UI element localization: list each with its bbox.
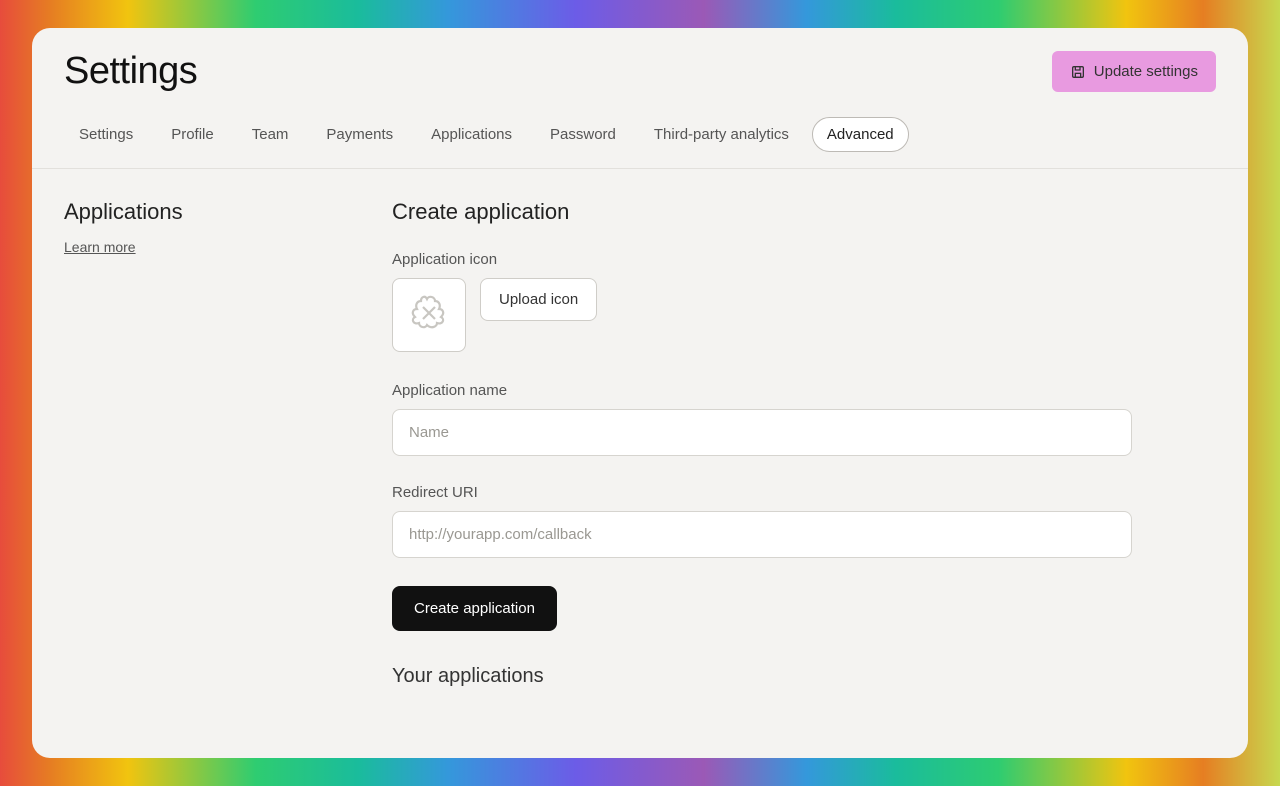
redirect-uri-label: Redirect URI bbox=[392, 484, 1216, 501]
settings-window: Settings Update settings Settings Profil… bbox=[32, 28, 1248, 758]
tab-password[interactable]: Password bbox=[535, 117, 631, 152]
tabs: Settings Profile Team Payments Applicati… bbox=[32, 103, 1248, 169]
your-applications-title: Your applications bbox=[392, 665, 1216, 688]
tab-third-party-analytics[interactable]: Third-party analytics bbox=[639, 117, 804, 152]
app-placeholder-icon bbox=[407, 291, 451, 340]
header: Settings Update settings bbox=[32, 28, 1248, 103]
create-app-title: Create application bbox=[392, 199, 1216, 225]
app-name-input[interactable] bbox=[392, 409, 1132, 456]
page-title: Settings bbox=[64, 50, 197, 93]
app-icon-preview bbox=[392, 278, 466, 352]
tab-team[interactable]: Team bbox=[237, 117, 304, 152]
upload-icon-button[interactable]: Upload icon bbox=[480, 278, 597, 321]
tab-settings[interactable]: Settings bbox=[64, 117, 148, 152]
tab-advanced[interactable]: Advanced bbox=[812, 117, 909, 152]
tab-applications[interactable]: Applications bbox=[416, 117, 527, 152]
tab-profile[interactable]: Profile bbox=[156, 117, 229, 152]
sidebar-title: Applications bbox=[64, 199, 392, 225]
create-application-button[interactable]: Create application bbox=[392, 586, 557, 631]
update-settings-label: Update settings bbox=[1094, 63, 1198, 80]
tab-payments[interactable]: Payments bbox=[311, 117, 408, 152]
redirect-uri-input[interactable] bbox=[392, 511, 1132, 558]
sidebar: Applications Learn more bbox=[64, 199, 392, 758]
main: Create application Application icon Uplo… bbox=[392, 199, 1216, 758]
content: Applications Learn more Create applicati… bbox=[32, 169, 1248, 758]
save-icon bbox=[1070, 64, 1086, 80]
icon-row: Upload icon bbox=[392, 278, 1216, 352]
update-settings-button[interactable]: Update settings bbox=[1052, 51, 1216, 92]
app-icon-label: Application icon bbox=[392, 251, 1216, 268]
learn-more-link[interactable]: Learn more bbox=[64, 239, 136, 255]
app-name-label: Application name bbox=[392, 382, 1216, 399]
